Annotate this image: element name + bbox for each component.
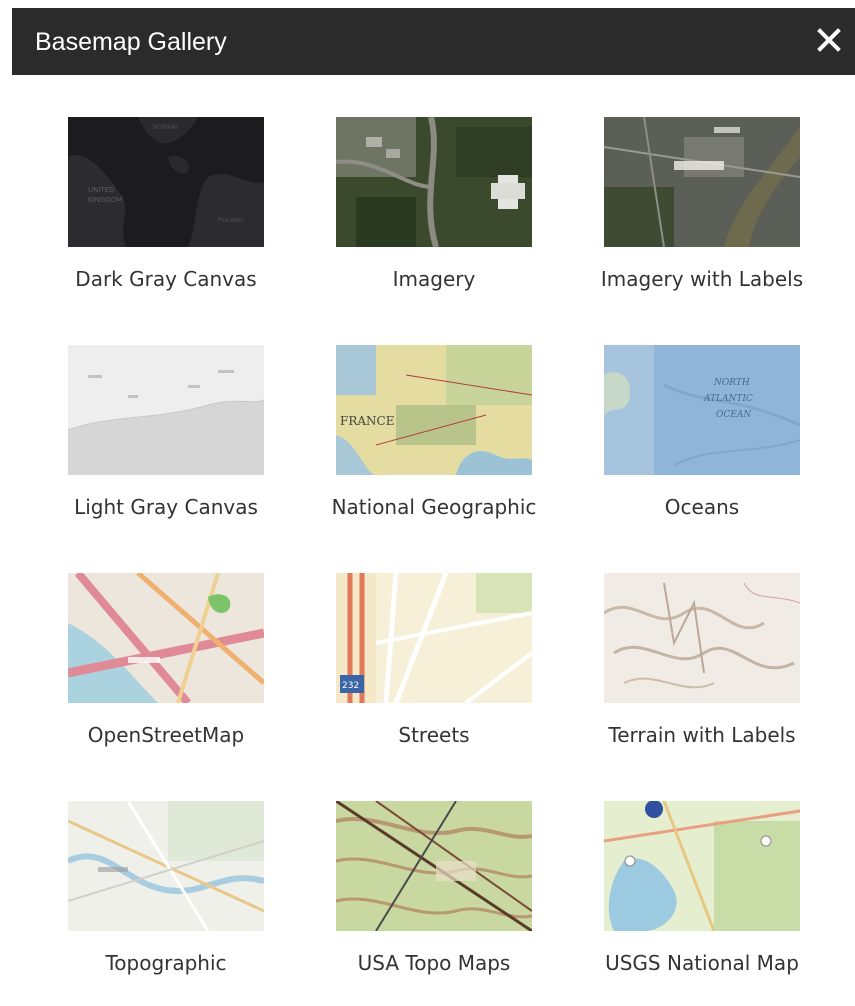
- basemap-thumbnail: [604, 801, 800, 931]
- natgeo-france-text: FRANCE: [340, 414, 394, 428]
- basemap-label: Streets: [398, 723, 470, 747]
- svg-text:POLAND: POLAND: [218, 217, 243, 224]
- basemap-label: National Geographic: [331, 495, 537, 519]
- svg-text:NORWAY: NORWAY: [153, 124, 179, 131]
- basemap-thumbnail: [336, 801, 532, 931]
- basemap-thumbnail: [68, 801, 264, 931]
- basemap-thumbnail: [68, 345, 264, 475]
- oceans-ocean-text: OCEAN: [716, 410, 752, 420]
- basemap-thumbnail: [604, 573, 800, 703]
- svg-text:UNITED: UNITED: [88, 186, 115, 194]
- basemap-label: Imagery: [392, 267, 476, 291]
- basemap-label: USA Topo Maps: [357, 951, 511, 975]
- basemap-thumbnail: [68, 573, 264, 703]
- streets-shield-text: 232: [342, 681, 359, 691]
- basemap-label: Light Gray Canvas: [74, 495, 258, 519]
- basemap-label: Imagery with Labels: [600, 267, 804, 291]
- basemap-thumbnail: UNITED KINGDOM NORWAY POLAND: [68, 117, 264, 247]
- basemap-label: Terrain with Labels: [608, 723, 796, 747]
- oceans-north-text: NORTH: [713, 378, 750, 388]
- basemap-label: Oceans: [664, 495, 740, 519]
- basemap-thumbnail: [604, 117, 800, 247]
- basemap-thumbnail: NORTH ATLANTIC OCEAN: [604, 345, 800, 475]
- oceans-atlantic-text: ATLANTIC: [703, 394, 753, 404]
- basemap-label: OpenStreetMap: [87, 723, 245, 747]
- basemap-thumbnail: 232: [336, 573, 532, 703]
- basemap-label: USGS National Map: [605, 951, 799, 975]
- basemap-thumbnail: FRANCE: [336, 345, 532, 475]
- basemap-label: Topographic: [105, 951, 227, 975]
- basemap-grid: UNITED KINGDOM NORWAY POLAND Dark Gray C…: [0, 0, 855, 1006]
- basemap-label: Dark Gray Canvas: [75, 267, 257, 291]
- svg-text:KINGDOM: KINGDOM: [88, 196, 122, 204]
- basemap-thumbnail: [336, 117, 532, 247]
